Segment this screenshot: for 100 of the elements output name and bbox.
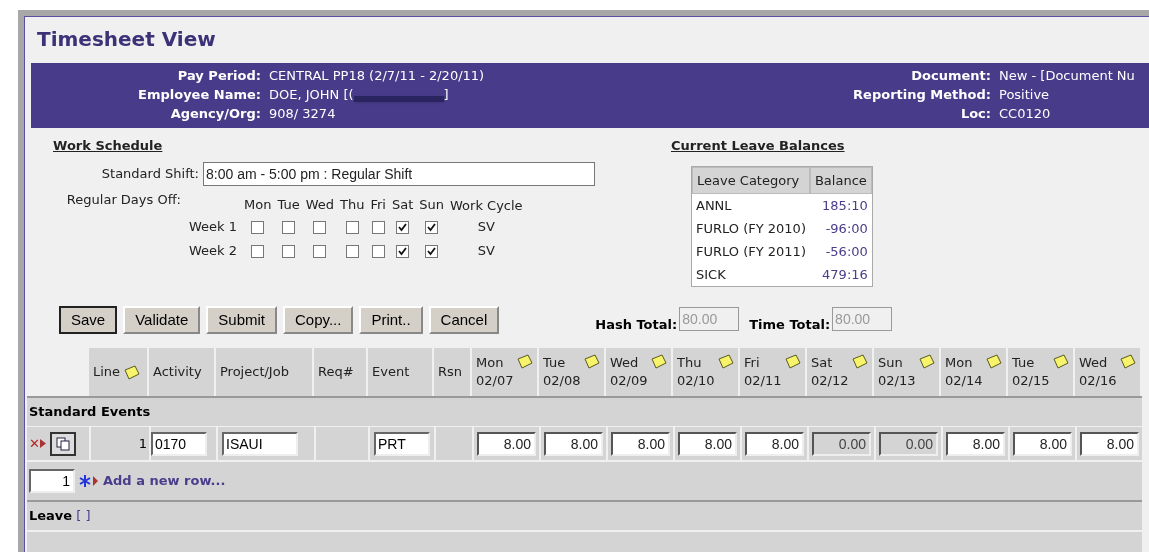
shift-field[interactable]: 8:00 am - 5:00 pm : Regular Shift: [203, 161, 595, 186]
header-text: Thu: [677, 354, 702, 372]
table-cell-text: 479:16: [821, 266, 869, 284]
checkbox[interactable]: [313, 221, 327, 235]
field-value: CENTRAL PP18 (2/7/11 - 2/20/11): [269, 67, 485, 85]
note-icon[interactable]: [717, 354, 734, 369]
checkbox[interactable]: [251, 245, 265, 259]
note-icon[interactable]: [784, 354, 801, 369]
checkbox[interactable]: [345, 221, 359, 235]
section-heading: Work Schedule: [53, 138, 163, 153]
column-heading: Tue: [277, 197, 300, 213]
hours-field[interactable]: 8.00: [477, 431, 536, 456]
hours-field[interactable]: 8.00: [1080, 431, 1139, 456]
note-icon[interactable]: [650, 354, 667, 369]
column-heading: Thu: [340, 197, 365, 213]
header-text: Tue: [1012, 354, 1035, 372]
total-field: 80.00: [832, 307, 893, 331]
checkbox[interactable]: [371, 221, 385, 235]
header-text: 02/16: [1079, 373, 1117, 388]
note-icon[interactable]: [123, 364, 141, 380]
checkbox[interactable]: [425, 245, 439, 259]
toolbar-button[interactable]: Validate: [123, 306, 201, 334]
column-heading: Sun: [419, 197, 444, 213]
section-heading: Current Leave Balances: [671, 138, 845, 153]
project-field[interactable]: ISAUI: [222, 431, 298, 456]
header-text: 02/11: [744, 373, 782, 388]
checkbox[interactable]: [425, 221, 439, 235]
hours-field[interactable]: 8.00: [745, 431, 804, 456]
field-label: Loc:: [960, 105, 991, 123]
checkbox[interactable]: [282, 221, 296, 235]
copy-button[interactable]: [49, 431, 76, 456]
header-text: 02/14: [945, 373, 983, 388]
table-cell-text: -56:00: [824, 243, 869, 261]
table-cell-text: SICK: [695, 266, 727, 284]
checkbox[interactable]: [251, 221, 265, 235]
checkbox[interactable]: [396, 221, 410, 235]
field-value: CC0120: [999, 105, 1052, 123]
cycle-value: SV: [477, 243, 495, 259]
hours-field[interactable]: 8.00: [946, 431, 1005, 456]
header-text: Activity: [153, 363, 202, 382]
field-label: Standard Shift:: [100, 164, 200, 183]
hours-field[interactable]: 8.00: [1013, 431, 1072, 456]
event-field[interactable]: PRT: [374, 431, 430, 456]
section-title: Leave: [29, 508, 73, 524]
note-icon[interactable]: [918, 354, 935, 369]
field-label: Regular Days Off:: [65, 190, 181, 209]
field-label: Agency/Org:: [170, 105, 261, 123]
field-label: Reporting Method:: [853, 86, 991, 104]
copy-icon: [55, 436, 70, 451]
table-cell-text: FURLO (FY 2010): [695, 220, 807, 238]
toolbar-button[interactable]: Print..: [359, 306, 423, 334]
header-text: 02/08: [543, 373, 581, 388]
checkbox[interactable]: [345, 245, 359, 259]
note-icon[interactable]: [583, 354, 600, 369]
note-icon[interactable]: [851, 354, 868, 369]
header-text: 02/07: [476, 373, 514, 388]
add-row-link[interactable]: Add a new row...: [103, 471, 226, 491]
row-label: Week 2: [189, 243, 238, 258]
total-field: 80.00: [679, 307, 740, 331]
field-label: Document:: [911, 67, 991, 85]
note-icon[interactable]: [1052, 354, 1069, 369]
checkbox[interactable]: [282, 245, 296, 259]
toolbar-button[interactable]: Save: [59, 306, 118, 334]
row-count-field[interactable]: 1: [29, 469, 75, 493]
checkbox[interactable]: [371, 245, 385, 259]
hours-field[interactable]: 8.00: [611, 431, 670, 456]
triangle-icon: [39, 439, 46, 448]
toolbar-button[interactable]: Copy...: [283, 306, 354, 334]
note-icon[interactable]: [1119, 354, 1136, 369]
note-icon[interactable]: [516, 354, 533, 369]
toolbar-button[interactable]: Submit: [206, 306, 277, 334]
section-title: Standard Events: [29, 404, 151, 420]
header-text: Mon: [476, 354, 504, 372]
header-text: Project/Job: [220, 363, 289, 382]
column-heading: Fri: [370, 197, 386, 213]
header-text: Sun: [878, 354, 903, 372]
column-heading: Wed: [305, 197, 334, 213]
add-row-icon: [79, 474, 99, 488]
field-label: Employee Name:: [138, 86, 261, 104]
activity-field[interactable]: 0170: [151, 431, 207, 456]
table-cell-text: ANNL: [695, 197, 733, 215]
checkbox[interactable]: [313, 245, 327, 259]
header-text: Tue: [543, 354, 566, 372]
column-header: Leave Category: [692, 166, 810, 194]
field-label: Pay Period:: [177, 67, 261, 85]
line-number: 1: [138, 435, 147, 451]
header-text: 02/10: [677, 373, 715, 388]
hours-field[interactable]: 8.00: [544, 431, 603, 456]
toolbar-button[interactable]: Cancel: [428, 306, 500, 334]
column-heading: Work Cycle: [450, 197, 523, 213]
header-text: Event: [372, 363, 410, 382]
table-cell-text: 185:10: [821, 197, 869, 215]
hours-field[interactable]: 8.00: [678, 431, 737, 456]
header-text: Wed: [1079, 354, 1108, 372]
note-icon[interactable]: [985, 354, 1002, 369]
field-value: Positive: [999, 86, 1051, 104]
checkbox[interactable]: [396, 245, 410, 259]
delete-button[interactable]: ✕: [29, 437, 46, 450]
field-value: 908/ 3274: [269, 105, 336, 123]
header-text: Sat: [811, 354, 833, 372]
